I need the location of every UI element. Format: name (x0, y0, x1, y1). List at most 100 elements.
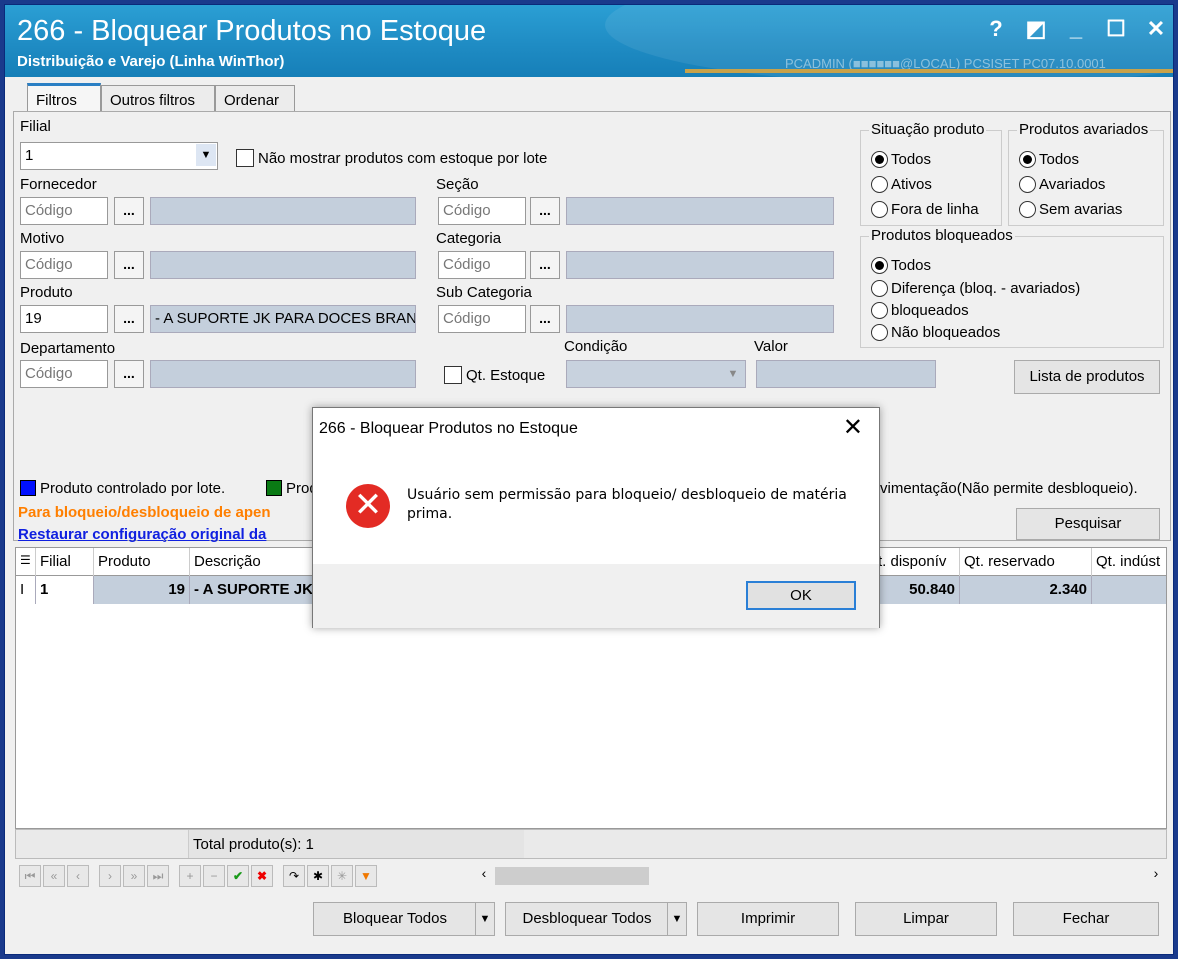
orange-note: Para bloqueio/desbloqueio de apen (18, 504, 271, 521)
confirm-icon[interactable]: ✔ (227, 865, 249, 887)
horizontal-scrollbar[interactable]: ‹ › (475, 865, 1165, 887)
condicao-label: Condição (564, 338, 628, 355)
bloqueados-diferenca-radio[interactable]: Diferença (bloq. - avariados) (871, 280, 1080, 297)
avariados-group: Produtos avariados Todos Avariados Sem a… (1008, 121, 1164, 226)
asterisk-icon[interactable]: ✱ (307, 865, 329, 887)
situacao-title: Situação produto (869, 121, 987, 138)
grid-menu-icon[interactable]: ☰ (16, 548, 36, 576)
bloquear-todos-button[interactable]: Bloquear Todos (313, 902, 477, 936)
minimize-button[interactable]: _ (1065, 17, 1087, 41)
categoria-desc-field (566, 251, 834, 279)
legend-third-label: vimentação(Não permite desbloqueio). (880, 480, 1138, 497)
fornecedor-label: Fornecedor (20, 176, 97, 193)
pesquisar-button[interactable]: Pesquisar (1016, 508, 1160, 540)
departamento-desc-field (150, 360, 416, 388)
col-descricao[interactable]: Descrição (190, 548, 316, 576)
departamento-search-button[interactable]: ... (114, 360, 144, 388)
tab-outros-filtros[interactable]: Outros filtros (101, 85, 215, 113)
chevron-down-icon[interactable]: ▼ (196, 144, 216, 166)
close-button[interactable]: ✕ (1145, 17, 1167, 41)
bloqueados-nao-radio[interactable]: Não bloqueados (871, 324, 1000, 341)
departamento-code-input[interactable]: Código (20, 360, 108, 388)
avariados-sem-radio[interactable]: Sem avarias (1019, 201, 1122, 218)
help-button[interactable]: ? (985, 17, 1007, 41)
cell-descricao[interactable]: - A SUPORTE JK (190, 576, 316, 604)
fornecedor-code-input[interactable]: Código (20, 197, 108, 225)
col-qt-reservado[interactable]: Qt. reservado (960, 548, 1092, 576)
legend-lote-swatch (20, 480, 36, 496)
ok-button[interactable]: OK (746, 581, 856, 610)
motivo-label: Motivo (20, 230, 65, 247)
cell-filial[interactable]: 1 (36, 576, 94, 604)
bloquear-dropdown-icon[interactable]: ▼ (475, 902, 495, 936)
condicao-select[interactable] (566, 360, 746, 388)
avariados-todos-radio[interactable]: Todos (1019, 151, 1079, 168)
situacao-todos-radio[interactable]: Todos (871, 151, 931, 168)
grid-navigator: ⏮ « ‹ › » ⏭ + − ✔ ✖ ↷ ✱ ✳ ▼ ‹ › (15, 861, 1167, 891)
secao-code-input[interactable]: Código (438, 197, 526, 225)
subcategoria-code-input[interactable]: Código (438, 305, 526, 333)
dialog-close-icon[interactable]: ✕ (843, 414, 863, 442)
dialog-title: 266 - Bloquear Produtos no Estoque (319, 420, 578, 437)
remove-icon[interactable]: − (203, 865, 225, 887)
fornecedor-search-button[interactable]: ... (114, 197, 144, 225)
avariados-avariados-radio[interactable]: Avariados (1019, 176, 1105, 193)
refresh-icon[interactable]: ↷ (283, 865, 305, 887)
bloqueados-bloqueados-radio[interactable]: bloqueados (871, 302, 969, 319)
fechar-button[interactable]: Fechar (1013, 902, 1159, 936)
valor-input[interactable] (756, 360, 936, 388)
bloqueados-group: Produtos bloqueados Todos Diferença (blo… (860, 227, 1164, 348)
categoria-search-button[interactable]: ... (530, 251, 560, 279)
motivo-search-button[interactable]: ... (114, 251, 144, 279)
desbloquear-dropdown-icon[interactable]: ▼ (667, 902, 687, 936)
bloqueados-title: Produtos bloqueados (869, 227, 1015, 244)
produto-code-input[interactable]: 19 (20, 305, 108, 333)
filial-select[interactable]: 1 (20, 142, 218, 170)
imprimir-button[interactable]: Imprimir (697, 902, 839, 936)
last-page-icon[interactable]: ⏭ (147, 865, 169, 887)
qt-estoque-checkbox[interactable] (444, 366, 462, 384)
col-qt-disponivel[interactable]: t. disponív (874, 548, 960, 576)
filter-icon[interactable]: ▼ (355, 865, 377, 887)
restore-button[interactable]: ◩ (1025, 17, 1047, 41)
cancel-icon[interactable]: ✖ (251, 865, 273, 887)
prev-page-icon[interactable]: « (43, 865, 65, 887)
first-page-icon[interactable]: ⏮ (19, 865, 41, 887)
bloqueados-todos-radio[interactable]: Todos (871, 257, 931, 274)
motivo-code-input[interactable]: Código (20, 251, 108, 279)
motivo-desc-field (150, 251, 416, 279)
situacao-ativos-radio[interactable]: Ativos (871, 176, 932, 193)
col-qt-industria[interactable]: Qt. indúst (1092, 548, 1166, 576)
col-produto[interactable]: Produto (94, 548, 190, 576)
subcategoria-label: Sub Categoria (436, 284, 532, 301)
scroll-left-icon[interactable]: ‹ (475, 865, 493, 881)
condicao-chevron-down-icon[interactable]: ▼ (722, 362, 744, 386)
cell-qt-reservado[interactable]: 2.340 (960, 576, 1092, 604)
dialog-message: Usuário sem permissão para bloqueio/ des… (407, 487, 847, 522)
situacao-fora-linha-radio[interactable]: Fora de linha (871, 201, 979, 218)
categoria-code-input[interactable]: Código (438, 251, 526, 279)
add-icon[interactable]: + (179, 865, 201, 887)
next-icon[interactable]: › (99, 865, 121, 887)
secao-desc-field (566, 197, 834, 225)
produto-search-button[interactable]: ... (114, 305, 144, 333)
tab-ordenar[interactable]: Ordenar (215, 85, 295, 113)
no-lote-checkbox[interactable] (236, 149, 254, 167)
subcategoria-search-button[interactable]: ... (530, 305, 560, 333)
col-filial[interactable]: Filial (36, 548, 94, 576)
desbloquear-todos-button[interactable]: Desbloquear Todos (505, 902, 669, 936)
lista-produtos-button[interactable]: Lista de produtos (1014, 360, 1160, 394)
scroll-right-icon[interactable]: › (1147, 865, 1165, 881)
secao-search-button[interactable]: ... (530, 197, 560, 225)
dialog-footer: OK (313, 564, 879, 628)
limpar-button[interactable]: Limpar (855, 902, 997, 936)
maximize-button[interactable]: ☐ (1105, 17, 1127, 41)
asterisk-disabled-icon[interactable]: ✳ (331, 865, 353, 887)
scroll-thumb[interactable] (495, 867, 649, 885)
cell-produto[interactable]: 19 (94, 576, 190, 604)
cell-qt-disponivel[interactable]: 50.840 (874, 576, 960, 604)
prev-icon[interactable]: ‹ (67, 865, 89, 887)
restore-config-link[interactable]: Restaurar configuração original da (18, 526, 266, 543)
next-page-icon[interactable]: » (123, 865, 145, 887)
tab-filtros[interactable]: Filtros (27, 83, 101, 113)
